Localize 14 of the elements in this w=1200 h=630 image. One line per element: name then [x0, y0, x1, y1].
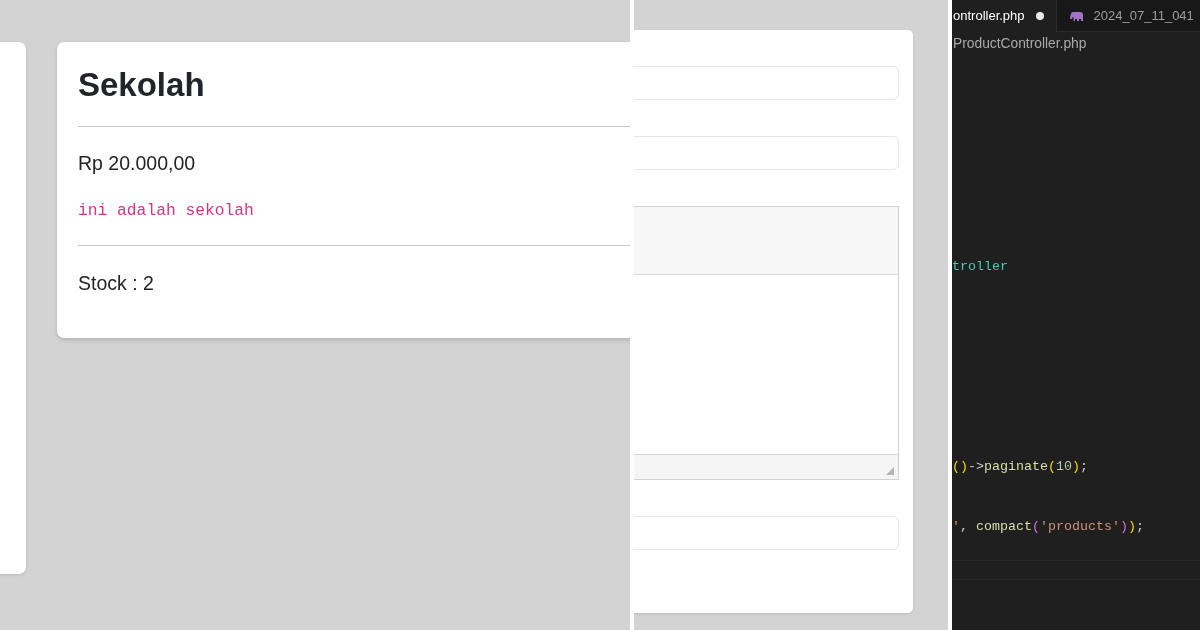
input-field[interactable] [634, 516, 899, 550]
code-line: ', compact('products')); [952, 518, 1144, 536]
code-line: ()->paginate(10); [952, 458, 1088, 476]
editor-tab[interactable]: ontroller.php [952, 0, 1056, 32]
editor-tab[interactable]: 2024_07_11_041 [1055, 0, 1200, 32]
product-description: ini adalah sekolah [78, 200, 254, 222]
product-stock: Stock : 2 [78, 271, 154, 296]
input-field[interactable] [634, 66, 899, 100]
resize-grip-icon[interactable] [886, 467, 894, 475]
product-title: Sekolah [78, 65, 205, 105]
product-price: Rp 20.000,00 [78, 151, 196, 176]
breadcrumb[interactable]: ProductController.php [952, 32, 1087, 56]
input-field[interactable] [634, 136, 899, 170]
code-line: troller [952, 258, 1008, 276]
